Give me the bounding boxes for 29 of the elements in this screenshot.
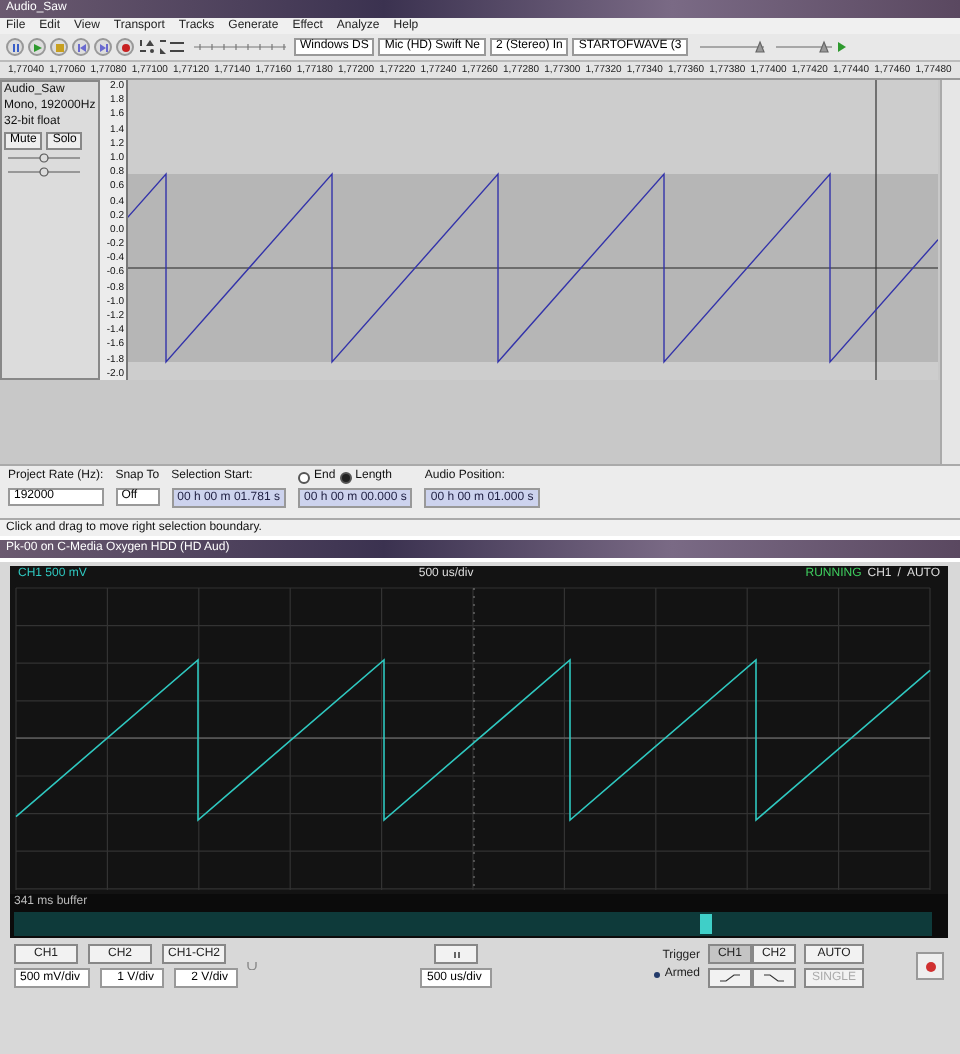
skip-start-button[interactable] [72,38,90,56]
track-slider[interactable] [4,152,84,164]
skip-end-icon [99,43,107,51]
play-icon [33,43,41,51]
falling-edge-button[interactable] [751,968,796,988]
track-slider[interactable] [4,166,84,178]
rising-edge-icon [719,974,740,982]
stop-icon [55,43,63,51]
tools-icon[interactable] [138,37,186,57]
rising-edge-button[interactable] [707,968,752,988]
radio-button[interactable] [297,471,310,483]
vertical-scrollbar[interactable] [940,80,960,464]
record-icon [121,43,129,51]
record-icon [925,961,935,971]
pause-button[interactable] [6,38,24,56]
play-button[interactable] [28,38,46,56]
link-icon[interactable] [246,962,259,970]
pause-icon [453,951,460,957]
radio-button[interactable] [339,471,352,483]
level-meter-drawing [190,38,290,56]
falling-edge-icon [763,974,784,982]
record-button[interactable] [916,952,944,980]
pause-icon [11,43,19,51]
stop-button[interactable] [50,38,68,56]
armed-indicator-icon [654,972,661,978]
pause-button[interactable] [434,944,479,964]
skip-start-icon [77,43,85,51]
skip-end-button[interactable] [94,38,112,56]
record-button[interactable] [116,38,134,56]
